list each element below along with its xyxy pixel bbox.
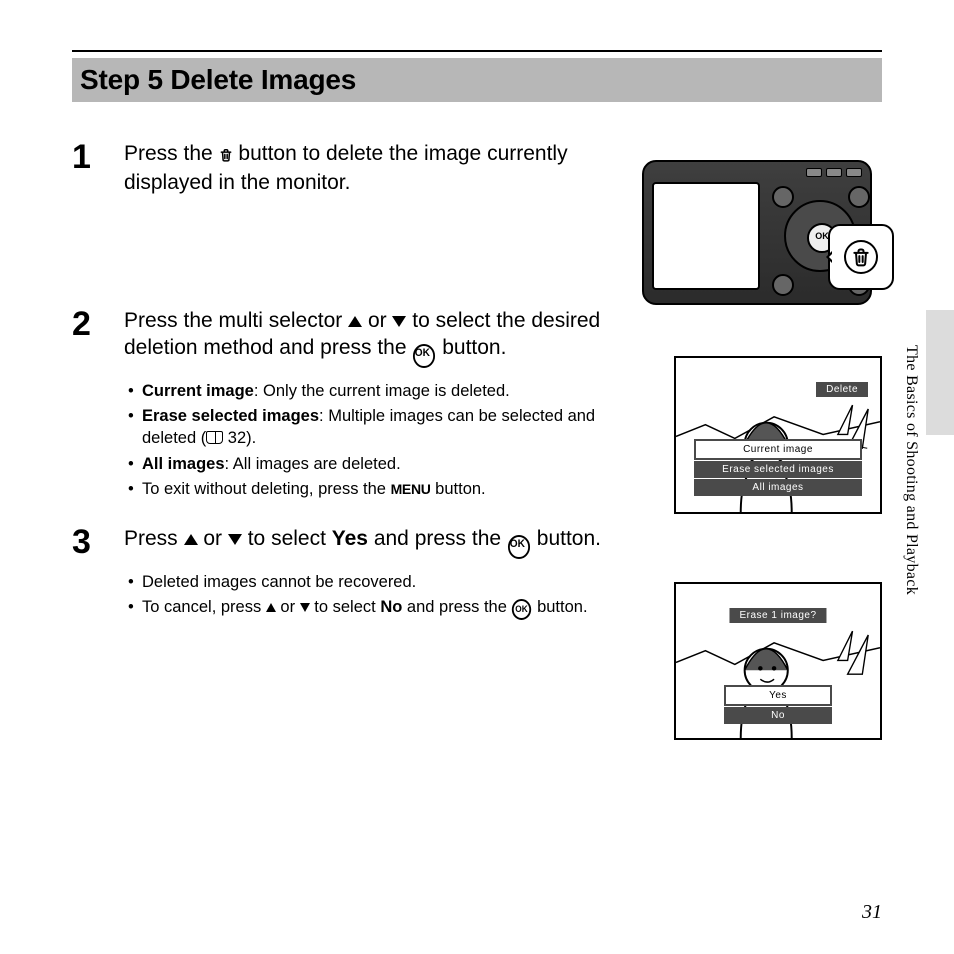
ok-button-icon: OK: [413, 344, 435, 368]
text-fragment: or: [203, 527, 228, 550]
thumb-tab: [926, 310, 954, 435]
ok-button-icon: OK: [512, 599, 531, 620]
lcd-title: Delete: [816, 382, 868, 397]
text-fragment: and press the: [407, 598, 512, 616]
list-item: Current image: Only the current image is…: [142, 380, 614, 402]
up-arrow-icon: [184, 534, 198, 545]
text-bold: No: [380, 598, 402, 616]
step-3-text: Press or to select Yes and press the OK …: [124, 525, 614, 559]
lcd-screen: Delete Current image Erase selected imag…: [674, 356, 882, 514]
text-bold: Erase selected images: [142, 407, 319, 425]
up-arrow-icon: [348, 316, 362, 327]
list-item: Deleted images cannot be recovered.: [142, 571, 614, 593]
step-1-illustration: OK: [642, 160, 882, 308]
list-item: Erase selected images: Multiple images c…: [142, 405, 614, 450]
text-fragment: 32).: [223, 429, 256, 447]
text-fragment: : All images are deleted.: [225, 455, 401, 473]
lcd-screen: Erase 1 image? Yes No: [674, 582, 882, 740]
lcd-option-selected: Yes: [724, 685, 832, 706]
lcd-options: Current image Erase selected images All …: [694, 438, 862, 496]
small-button: [848, 186, 870, 208]
small-button: [772, 274, 794, 296]
text-fragment: or: [280, 598, 299, 616]
lcd-title: Erase 1 image?: [729, 608, 826, 623]
section-side-label: The Basics of Shooting and Playback: [902, 345, 920, 595]
text-bold: Yes: [332, 527, 368, 550]
text-fragment: button.: [537, 598, 587, 616]
text-fragment: and press the: [374, 527, 507, 550]
lcd-option-selected: Current image: [694, 439, 862, 460]
ok-button-icon: OK: [508, 535, 530, 559]
text-fragment: or: [368, 309, 393, 332]
step-3-illustration: Erase 1 image? Yes No: [674, 582, 882, 740]
text-bold: All images: [142, 455, 225, 473]
text-fragment: button.: [442, 336, 506, 359]
down-arrow-icon: [392, 316, 406, 327]
list-item: To exit without deleting, press the MENU…: [142, 478, 614, 500]
step-3-bullets: Deleted images cannot be recovered. To c…: [124, 571, 614, 620]
text-fragment: Press: [124, 527, 184, 550]
text-fragment: Press the: [124, 142, 219, 165]
down-arrow-icon: [300, 603, 310, 612]
lcd-option: Erase selected images: [694, 461, 862, 478]
down-arrow-icon: [228, 534, 242, 545]
header-rule: [72, 50, 882, 52]
text-fragment: To exit without deleting, press the: [142, 480, 391, 498]
text-fragment: button.: [431, 480, 486, 498]
lcd-option: No: [724, 707, 832, 724]
callout-bubble: [828, 224, 894, 290]
page-title: Step 5 Delete Images: [80, 64, 874, 96]
text-fragment: To cancel, press: [142, 598, 266, 616]
step-2-text: Press the multi selector or to select th…: [124, 307, 614, 368]
trash-icon: [219, 142, 233, 169]
text-fragment: to select: [248, 527, 332, 550]
text-fragment: : Only the current image is deleted.: [254, 382, 510, 400]
menu-button-icon: MENU: [391, 481, 431, 497]
lcd-option: All images: [694, 479, 862, 496]
step-2-illustration: Delete Current image Erase selected imag…: [674, 356, 882, 514]
page-number: 31: [862, 901, 882, 924]
text-fragment: button.: [537, 527, 601, 550]
camera-top-controls: [652, 168, 862, 178]
step-2-bullets: Current image: Only the current image is…: [124, 380, 614, 500]
list-item: To cancel, press or to select No and pre…: [142, 596, 614, 620]
manual-page: The Basics of Shooting and Playback Step…: [0, 0, 954, 954]
camera-screen: [652, 182, 760, 290]
trash-icon: [844, 240, 878, 274]
text-bold: Current image: [142, 382, 254, 400]
step-number: 1: [72, 140, 104, 174]
step-number: 3: [72, 525, 104, 559]
header-bar: Step 5 Delete Images: [72, 58, 882, 102]
text-fragment: Press the multi selector: [124, 309, 348, 332]
list-item: All images: All images are deleted.: [142, 453, 614, 475]
step-number: 2: [72, 307, 104, 341]
lcd-options: Yes No: [724, 684, 832, 724]
small-button: [772, 186, 794, 208]
page-ref-icon: [206, 431, 223, 444]
up-arrow-icon: [266, 603, 276, 612]
step-1-text: Press the button to delete the image cur…: [124, 140, 614, 197]
text-fragment: to select: [314, 598, 380, 616]
